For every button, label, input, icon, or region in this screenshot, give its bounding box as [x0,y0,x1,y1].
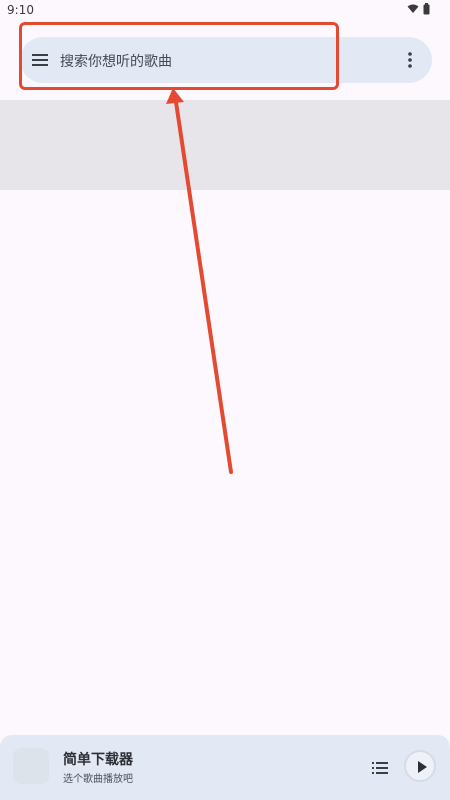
wifi-icon [407,4,419,13]
album-art [13,748,49,784]
search-bar[interactable]: 搜索你想听的歌曲 [20,37,432,83]
status-icons [407,3,430,15]
status-time: 9:10 [7,3,34,17]
more-vert-icon[interactable] [402,51,418,69]
playlist-icon[interactable] [372,761,388,775]
song-subtitle: 选个歌曲播放吧 [63,774,133,785]
status-bar: 9:10 [0,0,450,20]
play-icon [418,761,427,773]
search-input[interactable]: 搜索你想听的歌曲 [60,51,172,71]
content-placeholder-band [0,100,450,190]
battery-icon [423,3,430,15]
hamburger-menu-icon[interactable] [32,53,48,67]
mini-player[interactable]: 简单下载器 选个歌曲播放吧 [0,735,450,800]
song-title: 简单下载器 [63,752,133,768]
play-button[interactable] [404,750,436,782]
